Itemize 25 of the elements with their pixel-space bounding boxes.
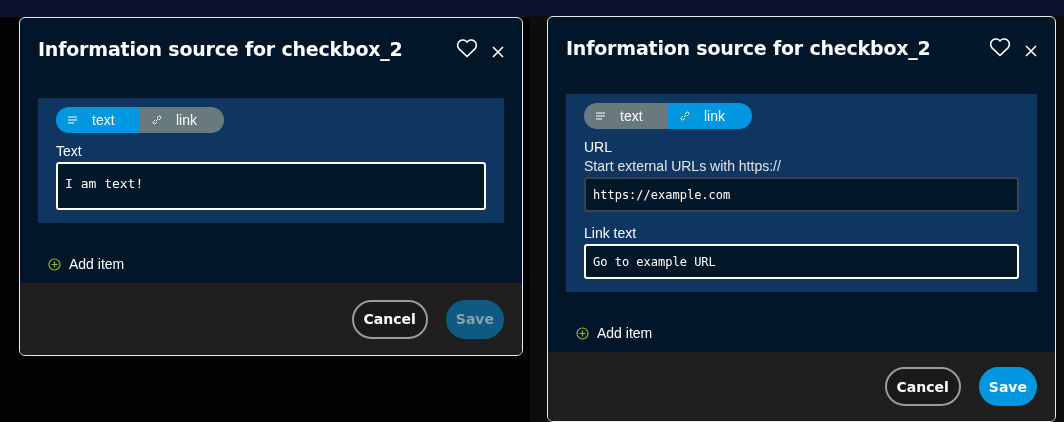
add-item-button[interactable]: Add item xyxy=(48,256,125,272)
field-hint: Start external URLs with https:// xyxy=(584,158,782,175)
heart-icon[interactable] xyxy=(456,38,478,58)
field-label: Text xyxy=(56,143,83,159)
dialog-title: Information source for checkbox_2 xyxy=(38,38,404,60)
cancel-button[interactable]: Cancel xyxy=(351,299,428,339)
type-tab[interactable]: text xyxy=(584,103,668,130)
type-tab[interactable]: link xyxy=(140,107,224,133)
field-label: URL xyxy=(584,139,613,156)
lines-icon xyxy=(68,116,78,124)
close-icon[interactable] xyxy=(492,46,504,58)
input-field[interactable]: Go to example URL xyxy=(584,244,1019,280)
add-item-button[interactable]: Add item xyxy=(576,325,653,342)
text-area[interactable]: I am text! xyxy=(56,162,486,210)
link-icon xyxy=(152,115,162,125)
input-field[interactable]: https://example.com xyxy=(584,177,1019,213)
plus-circle-icon xyxy=(48,257,61,271)
dialog-title: Information source for checkbox_2 xyxy=(566,37,932,59)
plus-circle-icon xyxy=(576,326,589,340)
cancel-button[interactable]: Cancel xyxy=(884,367,961,407)
field-label: Link text xyxy=(584,225,638,242)
close-icon[interactable] xyxy=(1025,45,1037,57)
heart-icon[interactable] xyxy=(989,37,1011,57)
lines-icon xyxy=(596,112,606,121)
link-icon xyxy=(680,111,690,122)
